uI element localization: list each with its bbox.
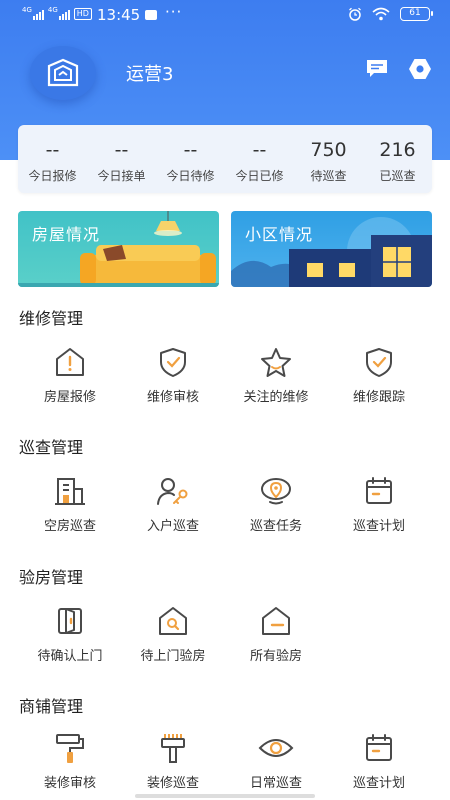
item-label: 关注的维修	[243, 390, 309, 405]
stat-label: 今日报修	[28, 169, 77, 183]
item-label: 空房巡查	[43, 519, 96, 534]
section-title-house-check: 验房管理	[19, 568, 84, 587]
door-icon	[58, 608, 82, 634]
shop-item-decoration-review[interactable]: 装修审核	[14, 728, 126, 791]
message-icon[interactable]	[365, 58, 389, 78]
item-label: 巡查任务	[249, 519, 302, 534]
item-label: 日常巡查	[249, 776, 302, 791]
hd-badge: HD	[73, 8, 92, 20]
house-check-item-pending-visit[interactable]: 待上门验房	[117, 601, 229, 664]
house-status-banner[interactable]: 房屋情况	[18, 211, 219, 287]
house-alert-icon	[56, 348, 84, 376]
stat-label: 今日已修	[235, 169, 284, 183]
inspection-item-household[interactable]: 入户巡查	[117, 471, 229, 534]
repair-item-house-report[interactable]: 房屋报修	[14, 342, 126, 405]
inspection-item-vacant[interactable]: 空房巡查	[14, 471, 126, 534]
house-search-icon	[159, 607, 187, 635]
stat-value: 216	[379, 139, 416, 161]
stat-value: --	[114, 139, 129, 161]
shield-check-icon	[160, 348, 186, 377]
shop-item-inspection-plan[interactable]: 巡查计划	[323, 728, 435, 791]
house-check-grid: 待确认上门 待上门验房 所有验房	[0, 601, 450, 671]
notification-icon	[145, 10, 157, 20]
stat-label: 已巡查	[379, 169, 416, 183]
wifi-icon	[372, 7, 390, 21]
item-label: 待确认上门	[37, 649, 103, 664]
repair-grid: 房屋报修 维修审核 关注的维修 维修跟踪	[0, 342, 450, 412]
section-title-repair: 维修管理	[19, 309, 84, 328]
stat-value: 750	[310, 139, 347, 161]
item-label: 所有验房	[249, 649, 302, 664]
shop-item-decoration-inspection[interactable]: 装修巡查	[117, 728, 229, 791]
avatar[interactable]	[30, 46, 96, 100]
item-label: 巡查计划	[352, 776, 405, 791]
brush-icon	[161, 734, 185, 763]
estate-status-banner[interactable]: 小区情况	[231, 211, 432, 287]
stat-label: 待巡查	[310, 169, 347, 183]
eye-icon	[258, 739, 294, 757]
repair-item-review[interactable]: 维修审核	[117, 342, 229, 405]
item-label: 维修跟踪	[352, 390, 405, 405]
banner-title: 小区情况	[245, 225, 314, 244]
stat-label: 今日接单	[97, 169, 146, 183]
item-label: 装修审核	[43, 776, 96, 791]
home-indicator[interactable]	[135, 794, 315, 798]
inspection-item-tasks[interactable]: 巡查任务	[220, 471, 332, 534]
item-label: 房屋报修	[43, 390, 96, 405]
house-check-item-pending-confirm[interactable]: 待确认上门	[14, 601, 126, 664]
repair-item-tracking[interactable]: 维修跟踪	[323, 342, 435, 405]
calendar-icon	[366, 477, 392, 504]
inspection-item-plan[interactable]: 巡查计划	[323, 471, 435, 534]
location-icon	[261, 478, 291, 505]
stat-value: --	[252, 139, 267, 161]
item-label: 待上门验房	[140, 649, 206, 664]
person-key-icon	[157, 478, 188, 505]
signal-icon: 4G	[48, 6, 70, 20]
app-header: 运营3	[0, 40, 450, 110]
item-label: 装修巡查	[146, 776, 199, 791]
shop-item-daily-inspection[interactable]: 日常巡查	[220, 728, 332, 791]
username: 运营3	[126, 64, 174, 85]
stat-inspected[interactable]: 216 已巡查	[363, 125, 432, 193]
paint-roller-icon	[56, 734, 84, 763]
repair-item-followed[interactable]: 关注的维修	[220, 342, 332, 405]
alarm-icon	[349, 7, 361, 21]
star-icon	[261, 348, 291, 377]
inspection-grid: 空房巡查 入户巡查 巡查任务 巡查计划	[0, 471, 450, 541]
stats-card: -- 今日报修 -- 今日接单 -- 今日待修 -- 今日已修 750 待巡查 216 已巡…	[18, 125, 432, 193]
stat-value: --	[45, 139, 60, 161]
battery-icon: 61	[400, 7, 433, 21]
stat-today-pending[interactable]: -- 今日待修	[156, 125, 225, 193]
signal-icon: 4G	[22, 6, 44, 20]
item-label: 维修审核	[146, 390, 199, 405]
section-title-shop: 商铺管理	[19, 697, 84, 716]
signal-indicators: 4G 4G HD	[22, 6, 92, 20]
house-check-item-all[interactable]: 所有验房	[220, 601, 332, 664]
stat-to-inspect[interactable]: 750 待巡查	[294, 125, 363, 193]
logo-icon	[47, 58, 79, 87]
more-notifications: ···	[165, 3, 183, 21]
stat-label: 今日待修	[166, 169, 215, 183]
calendar-icon	[366, 734, 392, 761]
stat-today-accepted[interactable]: -- 今日接单	[87, 125, 156, 193]
status-bar: 4G 4G HD 13:45 ··· 61	[0, 0, 450, 32]
building-icon	[55, 478, 85, 505]
house-outline-icon	[262, 607, 290, 635]
stat-today-reported[interactable]: -- 今日报修	[18, 125, 87, 193]
banner-title: 房屋情况	[32, 225, 101, 244]
item-label: 巡查计划	[352, 519, 405, 534]
section-title-inspection: 巡查管理	[19, 438, 84, 457]
stat-today-repaired[interactable]: -- 今日已修	[225, 125, 294, 193]
settings-icon[interactable]	[408, 58, 432, 80]
stat-value: --	[183, 139, 198, 161]
shop-grid: 装修审核 装修巡查 日常巡查 巡查计划	[0, 728, 450, 798]
item-label: 入户巡查	[146, 519, 199, 534]
status-time: 13:45	[97, 6, 141, 24]
shield-check-icon	[366, 348, 392, 377]
